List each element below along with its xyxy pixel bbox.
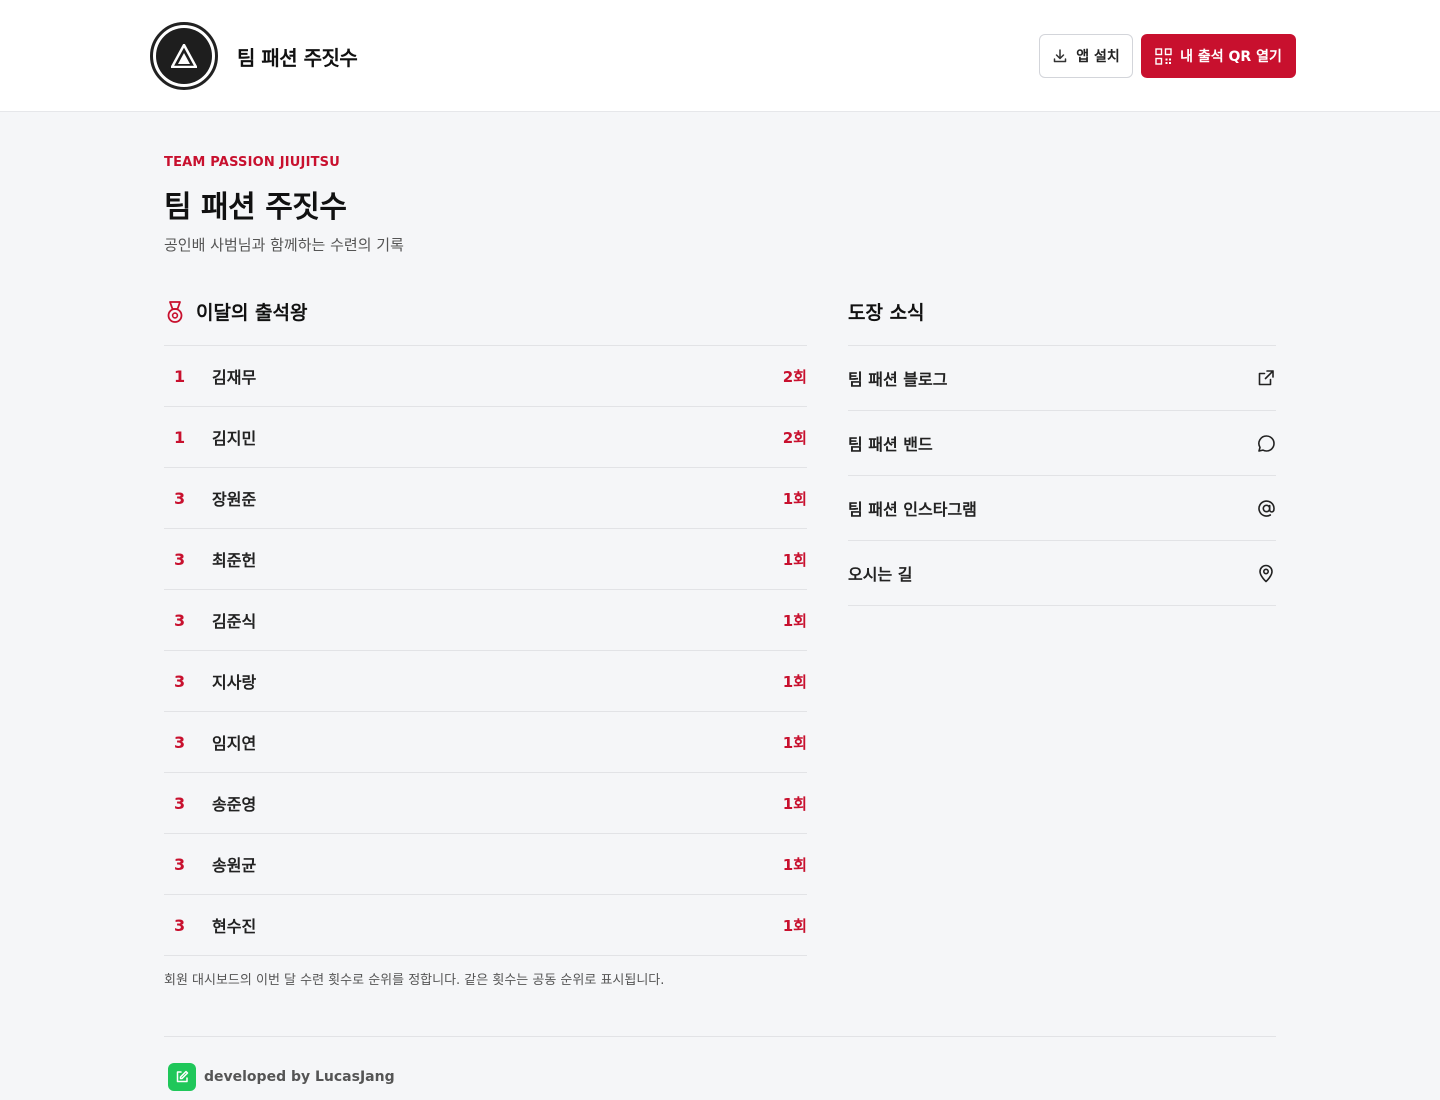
rank-number: 3 bbox=[174, 854, 186, 874]
ranking-row: 3 김준식 1회 bbox=[164, 590, 807, 651]
ranking-row: 3 현수진 1회 bbox=[164, 895, 807, 956]
member-name: 최준헌 bbox=[212, 551, 257, 570]
news-item-blog[interactable]: 팀 패션 블로그 bbox=[848, 346, 1276, 411]
ranking-note: 회원 대시보드의 이번 달 수련 횟수로 순위를 정합니다. 같은 횟수는 공동… bbox=[164, 973, 665, 988]
member-name: 송준영 bbox=[212, 795, 257, 814]
ranking-row: 3 장원준 1회 bbox=[164, 468, 807, 529]
ranking-heading-label: 이달의 출석왕 bbox=[196, 302, 308, 324]
external-link-icon bbox=[1258, 370, 1274, 386]
member-name: 지사랑 bbox=[212, 673, 257, 692]
member-name: 임지연 bbox=[212, 734, 257, 753]
attendance-count: 1회 bbox=[782, 489, 807, 508]
attendance-count: 1회 bbox=[782, 733, 807, 752]
ranking-list: 1 김재무 2회 1 김지민 2회 3 장원준 1회 3 최준헌 1회 3 김준… bbox=[164, 345, 807, 956]
chat-bubble-icon bbox=[1257, 434, 1275, 452]
attendance-count: 1회 bbox=[782, 916, 807, 935]
open-attendance-qr-label: 내 출석 QR 열기 bbox=[1180, 49, 1282, 65]
attendance-count: 1회 bbox=[782, 611, 807, 630]
attendance-count: 1회 bbox=[782, 672, 807, 691]
ranking-row: 3 송준영 1회 bbox=[164, 773, 807, 834]
news-item-label: 팀 패션 블로그 bbox=[848, 370, 948, 389]
rank-number: 1 bbox=[174, 366, 186, 386]
member-name: 장원준 bbox=[212, 490, 257, 509]
footer-credit[interactable]: developed by LucasJang bbox=[168, 1063, 395, 1091]
member-name: 김준식 bbox=[212, 612, 257, 631]
ranking-row: 1 김지민 2회 bbox=[164, 407, 807, 468]
news-list: 팀 패션 블로그 팀 패션 밴드 팀 패션 인스타그램 오시는 길 bbox=[848, 345, 1276, 606]
install-app-label: 앱 설치 bbox=[1076, 49, 1120, 65]
logo-ring bbox=[156, 28, 212, 84]
attendance-count: 1회 bbox=[782, 794, 807, 813]
download-icon bbox=[1053, 49, 1067, 63]
member-name: 송원균 bbox=[212, 856, 257, 875]
rank-number: 3 bbox=[174, 488, 186, 508]
qr-code-icon bbox=[1155, 47, 1172, 65]
ranking-row: 3 송원균 1회 bbox=[164, 834, 807, 895]
rank-number: 3 bbox=[174, 610, 186, 630]
team-logo[interactable] bbox=[150, 22, 218, 90]
news-item-label: 팀 패션 인스타그램 bbox=[848, 500, 977, 519]
ranking-heading: 이달의 출석왕 bbox=[164, 298, 308, 325]
install-app-button[interactable]: 앱 설치 bbox=[1039, 34, 1133, 78]
hero-eyebrow: TEAM PASSION JIUJITSU bbox=[164, 155, 340, 170]
news-item-band[interactable]: 팀 패션 밴드 bbox=[848, 411, 1276, 476]
ranking-row: 3 최준헌 1회 bbox=[164, 529, 807, 590]
news-item-directions[interactable]: 오시는 길 bbox=[848, 541, 1276, 606]
top-bar: 팀 패션 주짓수 앱 설치 내 출석 QR 열기 bbox=[0, 0, 1440, 112]
page-subtitle: 공인배 사범님과 함께하는 수련의 기록 bbox=[164, 236, 404, 254]
at-sign-icon bbox=[1257, 499, 1275, 517]
rank-number: 1 bbox=[174, 427, 186, 447]
ranking-row: 3 지사랑 1회 bbox=[164, 651, 807, 712]
ranking-row: 3 임지연 1회 bbox=[164, 712, 807, 773]
open-attendance-qr-button[interactable]: 내 출석 QR 열기 bbox=[1141, 34, 1296, 78]
member-name: 김지민 bbox=[212, 429, 257, 448]
brand-title[interactable]: 팀 패션 주짓수 bbox=[237, 42, 358, 71]
ranking-row: 1 김재무 2회 bbox=[164, 346, 807, 407]
map-pin-icon bbox=[1259, 564, 1273, 582]
attendance-count: 1회 bbox=[782, 550, 807, 569]
member-name: 현수진 bbox=[212, 917, 257, 936]
medal-icon bbox=[167, 300, 183, 323]
attendance-count: 1회 bbox=[782, 855, 807, 874]
member-name: 김재무 bbox=[212, 368, 257, 387]
rank-number: 3 bbox=[174, 549, 186, 569]
news-heading: 도장 소식 bbox=[848, 302, 925, 324]
rank-number: 3 bbox=[174, 671, 186, 691]
rank-number: 3 bbox=[174, 793, 186, 813]
edit-icon bbox=[176, 1070, 189, 1083]
footer-credit-label: developed by LucasJang bbox=[204, 1069, 395, 1085]
news-item-label: 오시는 길 bbox=[848, 565, 913, 584]
page-title: 팀 패션 주짓수 bbox=[164, 190, 347, 225]
attendance-count: 2회 bbox=[782, 428, 807, 447]
footer-divider bbox=[164, 1036, 1276, 1037]
edit-badge-icon bbox=[168, 1063, 196, 1091]
news-item-instagram[interactable]: 팀 패션 인스타그램 bbox=[848, 476, 1276, 541]
attendance-count: 2회 bbox=[782, 367, 807, 386]
rank-number: 3 bbox=[174, 732, 186, 752]
news-item-label: 팀 패션 밴드 bbox=[848, 435, 933, 454]
rank-number: 3 bbox=[174, 915, 186, 935]
logo-triangle-icon bbox=[171, 44, 197, 68]
